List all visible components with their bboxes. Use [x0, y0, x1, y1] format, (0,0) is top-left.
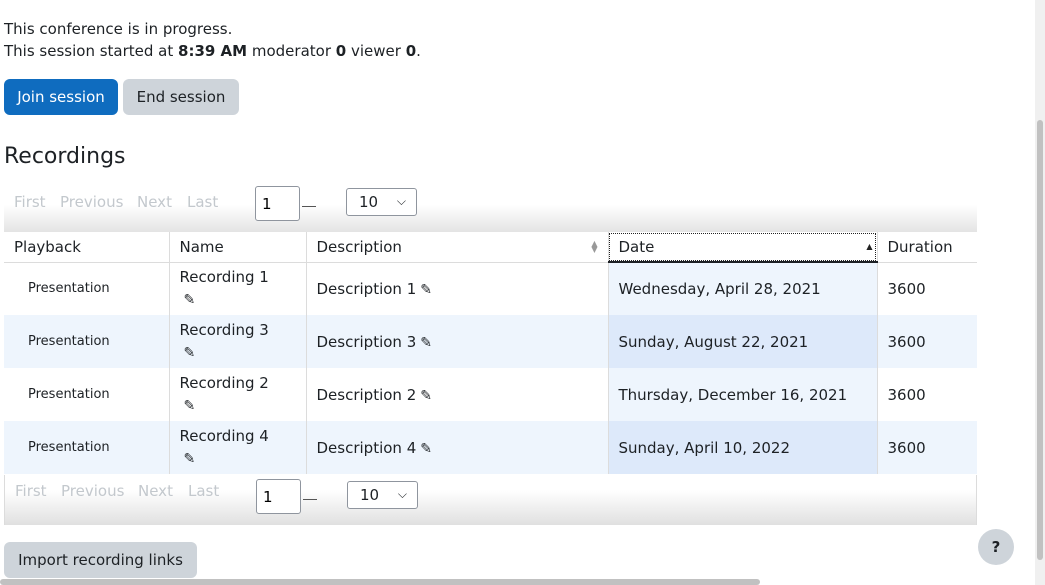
moderator-count: 0: [335, 42, 347, 60]
playback-link[interactable]: Presentation: [4, 262, 170, 315]
start-time: 8:39 AM: [178, 42, 248, 60]
header-description[interactable]: Description ▲ ▼: [306, 232, 609, 263]
edit-pencil-icon[interactable]: ✎: [420, 441, 432, 457]
duration-cell: 3600: [877, 368, 977, 421]
pager-next-link[interactable]: Next: [138, 482, 173, 500]
recordings-table: Playback Name Description ▲ ▼ Date ▲ Durati…: [4, 232, 977, 474]
date-cell: Wednesday, April 28, 2021: [607, 262, 878, 315]
page-number-input[interactable]: [255, 186, 300, 221]
duration-cell: 3600: [877, 421, 977, 474]
duration-cell: 3600: [877, 262, 977, 315]
name-cell: Recording 3 ✎: [169, 315, 307, 368]
pager-last-link[interactable]: Last: [187, 193, 218, 211]
table-header-row: Playback Name Description ▲ ▼ Date ▲ Durati…: [4, 232, 977, 263]
pager-previous-link[interactable]: Previous: [61, 482, 124, 500]
edit-pencil-icon[interactable]: ✎: [184, 395, 196, 417]
duration-cell: 3600: [877, 315, 977, 368]
playback-link[interactable]: Presentation: [4, 368, 170, 421]
help-button[interactable]: ?: [978, 529, 1014, 565]
status-suffix: .: [416, 42, 421, 60]
table-row: Presentation Recording 1 ✎ Description 1 ✎…: [4, 262, 977, 315]
page-total-underline: [302, 206, 316, 207]
header-name[interactable]: Name: [169, 232, 307, 263]
edit-pencil-icon[interactable]: ✎: [184, 342, 196, 364]
join-session-button[interactable]: Join session: [4, 79, 118, 115]
viewer-count: 0: [405, 42, 417, 60]
per-page-select[interactable]: 10 ⌵: [346, 188, 417, 216]
viewer-label: viewer: [346, 42, 406, 60]
playback-link[interactable]: Presentation: [4, 315, 170, 368]
playback-link[interactable]: Presentation: [4, 421, 170, 474]
description-cell: Description 1 ✎: [306, 262, 609, 315]
conference-status-line: This conference is in progress.: [4, 20, 233, 38]
pager-bottom: First Previous Next Last 10 ⌵: [4, 475, 977, 525]
session-start-line: This session started at 8:39 AM moderato…: [4, 40, 421, 62]
edit-pencil-icon[interactable]: ✎: [420, 335, 432, 351]
vertical-scrollbar-thumb[interactable]: [1037, 120, 1043, 560]
description-cell: Description 3 ✎: [306, 315, 609, 368]
edit-pencil-icon[interactable]: ✎: [420, 388, 432, 404]
date-cell: Sunday, August 22, 2021: [607, 315, 878, 368]
pager-next-link[interactable]: Next: [137, 193, 172, 211]
header-playback[interactable]: Playback: [4, 232, 170, 263]
recordings-heading: Recordings: [4, 144, 126, 169]
page-number-input[interactable]: [256, 479, 301, 514]
per-page-value: 10: [359, 193, 379, 211]
name-cell: Recording 1 ✎: [169, 262, 307, 315]
import-recording-links-button[interactable]: Import recording links: [4, 542, 197, 578]
end-session-button[interactable]: End session: [123, 79, 239, 115]
description-cell: Description 2 ✎: [306, 368, 609, 421]
chevron-down-icon: ⌵: [396, 194, 406, 208]
edit-pencil-icon[interactable]: ✎: [184, 289, 196, 311]
sort-icon: ▲ ▼: [591, 239, 598, 254]
pager-top: First Previous Next Last 10 ⌵: [4, 186, 977, 232]
date-cell: Thursday, December 16, 2021: [607, 368, 878, 421]
page-total-underline: [303, 499, 317, 500]
moderator-label: moderator: [247, 42, 336, 60]
description-cell: Description 4 ✎: [306, 421, 609, 474]
horizontal-scrollbar-thumb[interactable]: [0, 579, 760, 585]
per-page-value: 10: [360, 486, 380, 504]
per-page-select[interactable]: 10 ⌵: [347, 481, 418, 509]
edit-pencil-icon[interactable]: ✎: [184, 448, 196, 470]
conference-status: This conference is in progress. This ses…: [4, 18, 421, 62]
pager-first-link[interactable]: First: [14, 193, 46, 211]
pager-last-link[interactable]: Last: [188, 482, 219, 500]
name-cell: Recording 2 ✎: [169, 368, 307, 421]
pager-first-link[interactable]: First: [15, 482, 47, 500]
edit-pencil-icon[interactable]: ✎: [420, 282, 432, 298]
table-row: Presentation Recording 2 ✎ Description 2 ✎…: [4, 368, 977, 421]
table-row: Presentation Recording 3 ✎ Description 3 ✎…: [4, 315, 977, 368]
chevron-down-icon: ⌵: [397, 487, 407, 501]
header-duration[interactable]: Duration: [877, 232, 977, 263]
name-cell: Recording 4 ✎: [169, 421, 307, 474]
started-prefix: This session started at: [4, 42, 179, 60]
sort-ascending-icon: ▲: [866, 242, 873, 251]
table-row: Presentation Recording 4 ✎ Description 4 ✎…: [4, 421, 977, 474]
date-cell: Sunday, April 10, 2022: [607, 421, 878, 474]
header-date[interactable]: Date ▲: [607, 232, 878, 263]
pager-previous-link[interactable]: Previous: [60, 193, 123, 211]
